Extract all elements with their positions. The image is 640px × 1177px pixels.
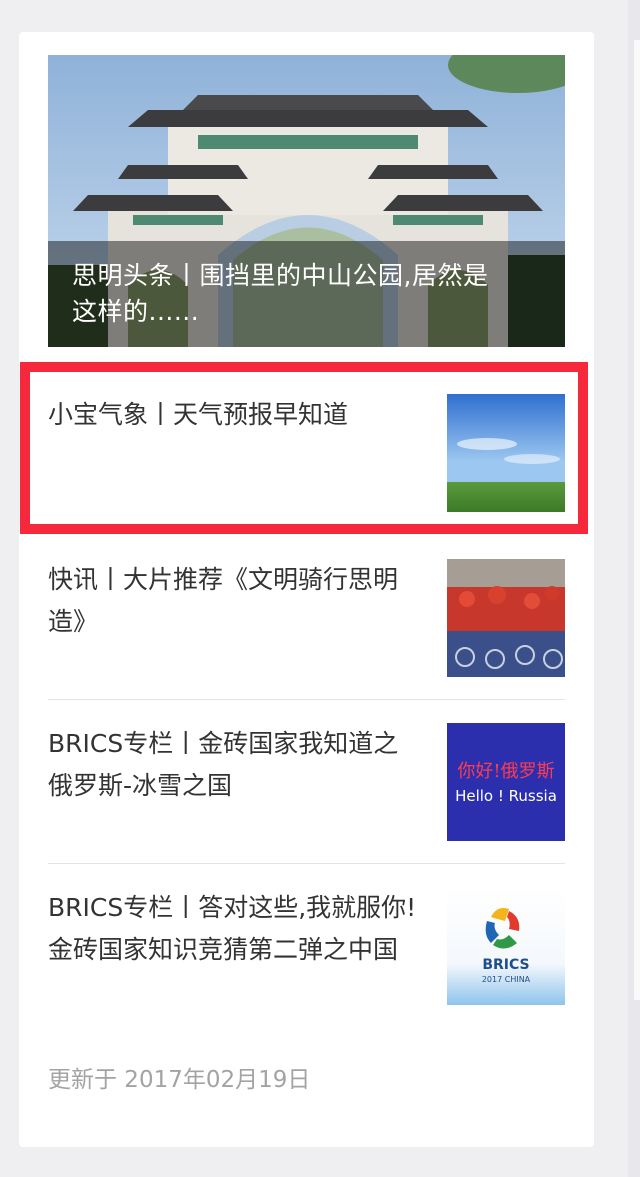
updated-timestamp: 更新于 2017年02月19日: [48, 1067, 311, 1093]
adjacent-card-edge: [634, 40, 640, 1000]
russia-greeting-cn: 你好!俄罗斯: [457, 761, 555, 782]
hello-russia-thumbnail: 你好!俄罗斯 Hello ! Russia: [447, 723, 565, 841]
brics-subtitle: 2017 CHINA: [481, 975, 531, 984]
bike-crowd-photo: [447, 559, 565, 677]
brics-wordmark: BRICS: [482, 957, 530, 973]
article-title[interactable]: 快讯丨大片推荐《文明骑行思明造》: [48, 559, 418, 643]
list-item[interactable]: BRICS专栏丨金砖国家我知道之俄罗斯-冰雪之国 你好!俄罗斯 Hello ! …: [48, 723, 565, 841]
divider: [48, 863, 565, 864]
article-title[interactable]: BRICS专栏丨金砖国家我知道之俄罗斯-冰雪之国: [48, 723, 418, 807]
article-title[interactable]: BRICS专栏丨答对这些,我就服你!金砖国家知识竞猜第二弹之中国: [48, 887, 418, 971]
article-thumbnail: [447, 559, 565, 677]
hero-title[interactable]: 思明头条丨围挡里的中山公园,居然是这样的......: [72, 258, 512, 330]
brics-thumbnail: BRICS 2017 CHINA: [447, 887, 565, 1005]
highlight-box: [20, 362, 588, 534]
list-item[interactable]: 快讯丨大片推荐《文明骑行思明造》: [48, 559, 565, 677]
russia-greeting-en: Hello ! Russia: [455, 787, 557, 805]
divider: [48, 699, 565, 700]
list-item[interactable]: BRICS专栏丨答对这些,我就服你!金砖国家知识竞猜第二弹之中国 BRICS 2…: [48, 887, 565, 1017]
brics-2017-china-logo: [447, 887, 565, 1005]
